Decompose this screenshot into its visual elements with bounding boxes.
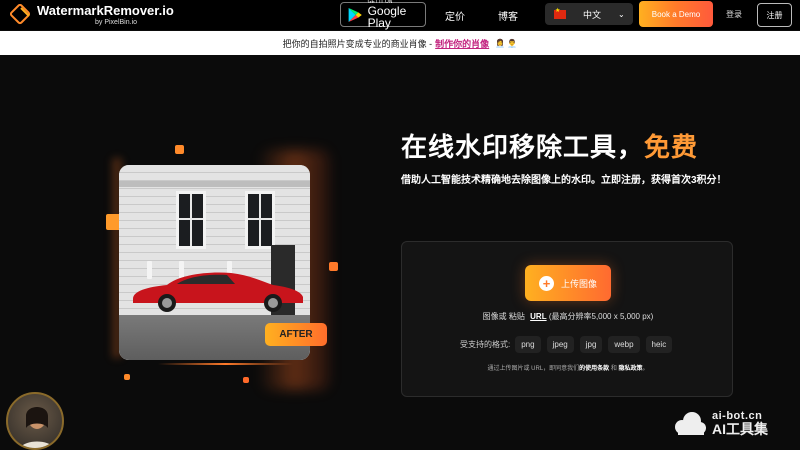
site-watermark: ai-bot.cn AI工具集 [672,409,768,439]
format-chip: png [515,336,541,353]
upload-image-button[interactable]: + 上传图像 [525,265,611,301]
upload-hint-prefix: 图像或 粘贴 [482,312,525,321]
announcement-emoji: 👩‍💼 👨‍💼 [495,38,518,48]
hero-title-accent: 免费 [644,132,699,162]
hero-title-main: 在线水印移除工具， [401,132,645,162]
logo-title: WatermarkRemover.io [37,3,174,18]
red-car-image [133,272,303,312]
language-label: 中文 [583,9,602,20]
upload-hint-suffix: (最高分辨率5,000 x 5,000 px) [548,312,654,321]
terms-mid: 和 [609,366,619,372]
terms-suffix: 。 [642,366,649,372]
decorative-line [158,363,293,365]
privacy-policy-link[interactable]: 隐私政策 [619,366,643,372]
announcement-link[interactable]: 制作你的肖像 [435,37,489,50]
nav-blog[interactable]: 博客 [498,8,518,23]
login-link[interactable]: 登录 [726,9,742,20]
hero-subtitle: 借助人工智能技术精确地去除图像上的水印。立即注册，获得首次3积分！ [401,175,727,186]
upload-button-label: 上传图像 [560,278,597,289]
logo[interactable]: WatermarkRemover.io by PixelBin.io [10,0,174,30]
logo-icon [10,4,31,25]
paste-url-link[interactable]: URL [530,312,546,321]
after-badge: AFTER [265,323,327,346]
chat-avatar[interactable] [6,392,64,450]
decorative-square [124,374,130,380]
gplay-big-text: Google Play [367,4,407,30]
format-chip: webp [608,336,640,353]
format-chip: jpg [579,336,603,353]
formats-label: 受支持的格式: [460,340,511,349]
person-icon [19,407,55,448]
terms-notice: 通过上传图片或 URL，即同意我们的使用条款 和 隐私政策。 [402,363,734,372]
register-button[interactable]: 注册 [757,3,792,27]
hero-title: 在线水印移除工具，免费 [401,127,698,164]
decorative-square [175,145,184,154]
window [176,191,206,249]
logo-subtitle: by PixelBin.io [95,19,138,26]
announcement-text: 把你的自拍照片变成专业的商业肖像 - [282,38,433,49]
upload-dropzone[interactable]: + 上传图像 图像或 粘贴 URL (最高分辨率5,000 x 5,000 px… [401,241,733,397]
upload-hint: 图像或 粘贴 URL (最高分辨率5,000 x 5,000 px) [402,311,734,322]
window [245,191,275,249]
language-selector[interactable]: 中文 ⌄ [545,3,633,25]
china-flag-icon [554,7,566,19]
chevron-down-icon: ⌄ [618,9,625,19]
format-chip: heic [645,336,673,353]
google-play-badge[interactable]: GET IT ON Google Play [340,0,426,30]
book-demo-button[interactable]: Book a Demo [639,1,713,27]
decorative-square [243,377,249,383]
plus-icon: + [538,275,554,291]
google-play-icon [348,7,362,22]
top-nav: WatermarkRemover.io by PixelBin.io GET I… [0,0,800,30]
format-chip: jpeg [546,336,574,353]
terms-of-use-link[interactable]: 的使用条款 [579,366,609,372]
ai-bot-logo-icon [675,412,706,435]
watermark-title: AI工具集 [712,421,768,438]
decorative-square [329,262,338,271]
nav-pricing[interactable]: 定价 [445,8,465,23]
announcement-bar: 把你的自拍照片变成专业的商业肖像 - 制作你的肖像 👩‍💼 👨‍💼 [0,31,800,55]
terms-prefix: 通过上传图片或 URL，即同意我们 [487,366,580,372]
supported-formats: 受支持的格式: png jpeg jpg webp heic [460,336,678,353]
